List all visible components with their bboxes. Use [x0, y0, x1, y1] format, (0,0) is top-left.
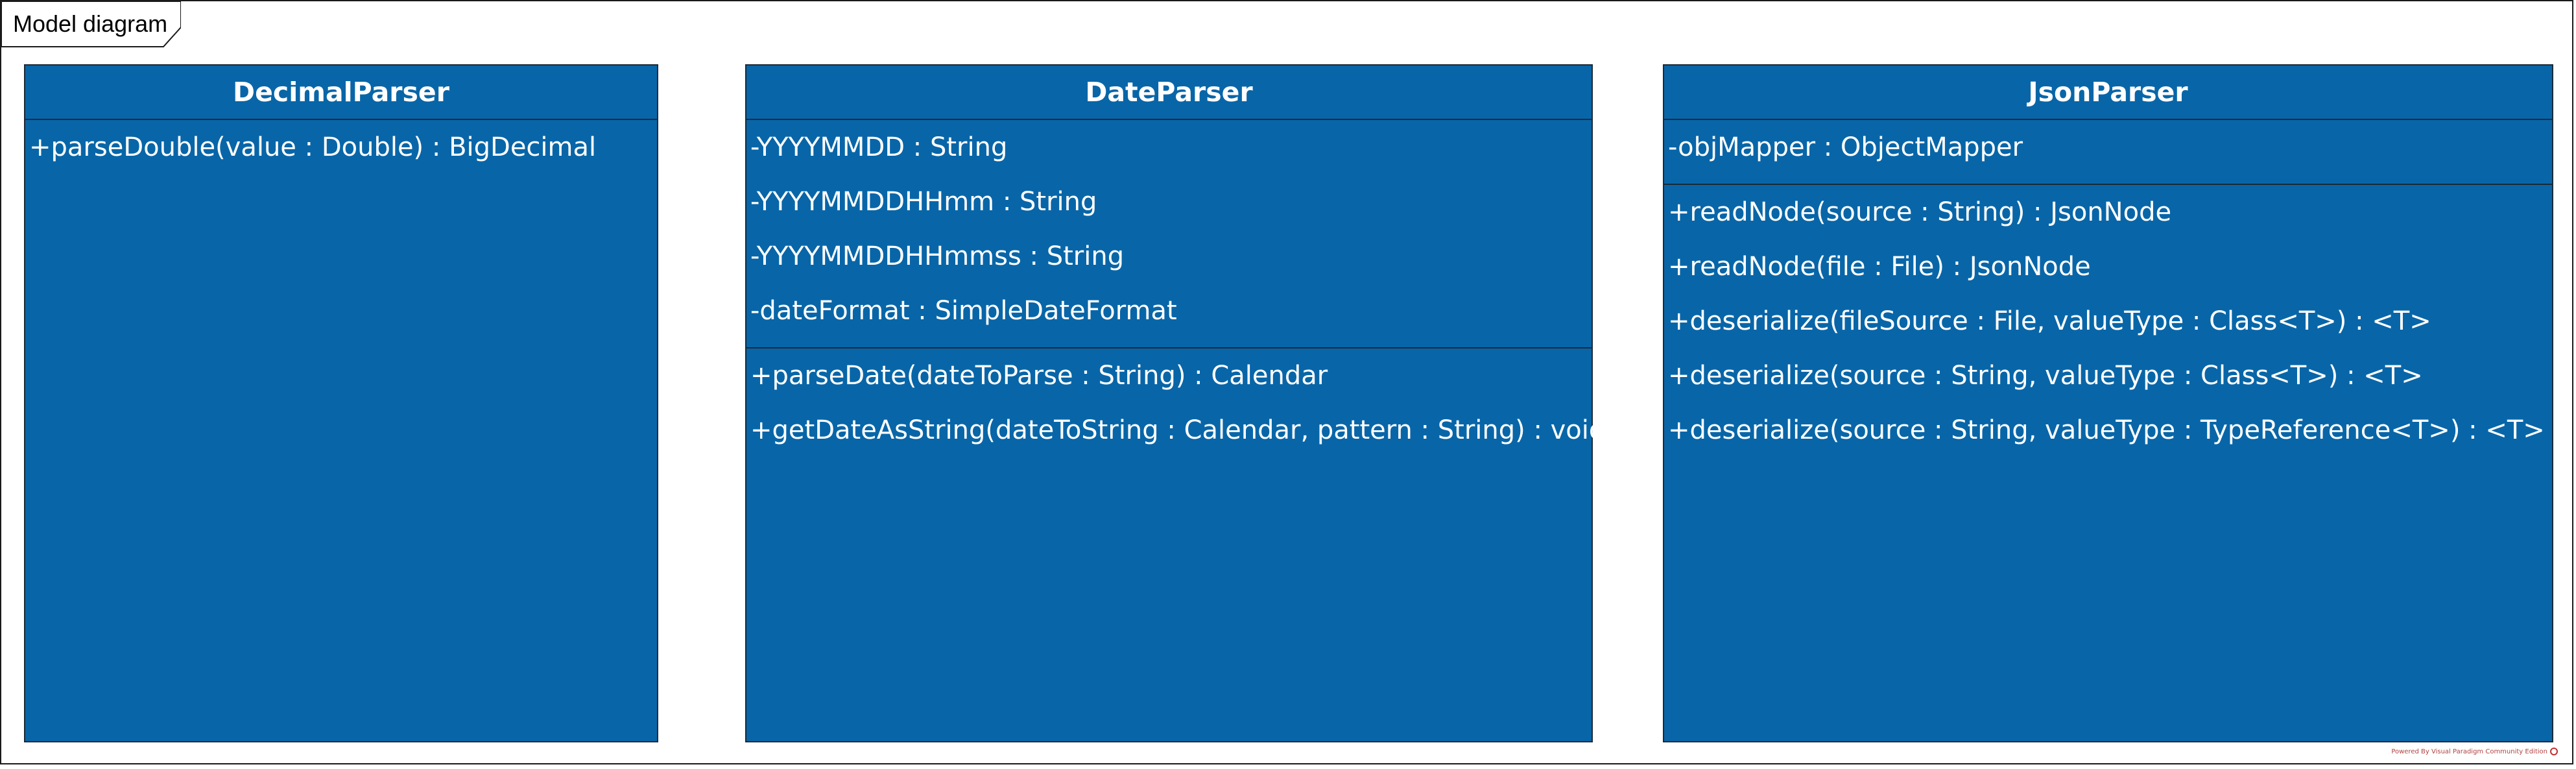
operation: +readNode(source : String) : JsonNode [1668, 197, 2172, 227]
operation: +readNode(file : File) : JsonNode [1668, 252, 2091, 282]
operation: +getDateAsString(dateToString : Calendar… [750, 415, 1606, 445]
attribute: -objMapper : ObjectMapper [1668, 132, 2023, 162]
operation: +deserialize(source : String, valueType … [1668, 415, 2545, 445]
watermark: Powered By Visual Paradigm Community Edi… [2391, 748, 2558, 755]
operation: +parseDouble(value : Double) : BigDecima… [29, 132, 597, 162]
frame-title: Model diagram [13, 10, 168, 37]
attributes-compartment: -YYYYMMDD : String -YYYYMMDDHHmm : Strin… [746, 120, 1592, 348]
operation: +parseDate(dateToParse : String) : Calen… [750, 361, 1328, 391]
frame-tab: Model diagram [1, 1, 181, 48]
watermark-text: Powered By Visual Paradigm Community Edi… [2391, 748, 2547, 755]
attribute: -YYYYMMDDHHmmss : String [750, 241, 1125, 271]
class-jsonparser[interactable]: JsonParser -objMapper : ObjectMapper +re… [1663, 64, 2553, 742]
class-name: DateParser [746, 66, 1592, 120]
diagram-frame: Model diagram DecimalParser +parseDouble… [0, 0, 2573, 764]
operations-compartment: +parseDouble(value : Double) : BigDecima… [25, 120, 657, 184]
attribute: -YYYYMMDD : String [750, 132, 1008, 162]
class-decimalparser[interactable]: DecimalParser +parseDouble(value : Doubl… [24, 64, 658, 742]
attribute: -dateFormat : SimpleDateFormat [750, 296, 1177, 326]
attributes-compartment: -objMapper : ObjectMapper [1664, 120, 2552, 185]
operation: +deserialize(source : String, valueType … [1668, 361, 2423, 391]
attribute: -YYYYMMDDHHmm : String [750, 187, 1097, 217]
operation: +deserialize(fileSource : File, valueTyp… [1668, 306, 2431, 336]
class-name: DecimalParser [25, 66, 657, 120]
class-name: JsonParser [1664, 66, 2552, 120]
operations-compartment: +parseDate(dateToParse : String) : Calen… [746, 348, 1606, 467]
class-dateparser[interactable]: DateParser -YYYYMMDD : String -YYYYMMDDH… [745, 64, 1606, 742]
visual-paradigm-logo-icon [2550, 748, 2558, 755]
operations-compartment: +readNode(source : String) : JsonNode +r… [1664, 185, 2552, 467]
